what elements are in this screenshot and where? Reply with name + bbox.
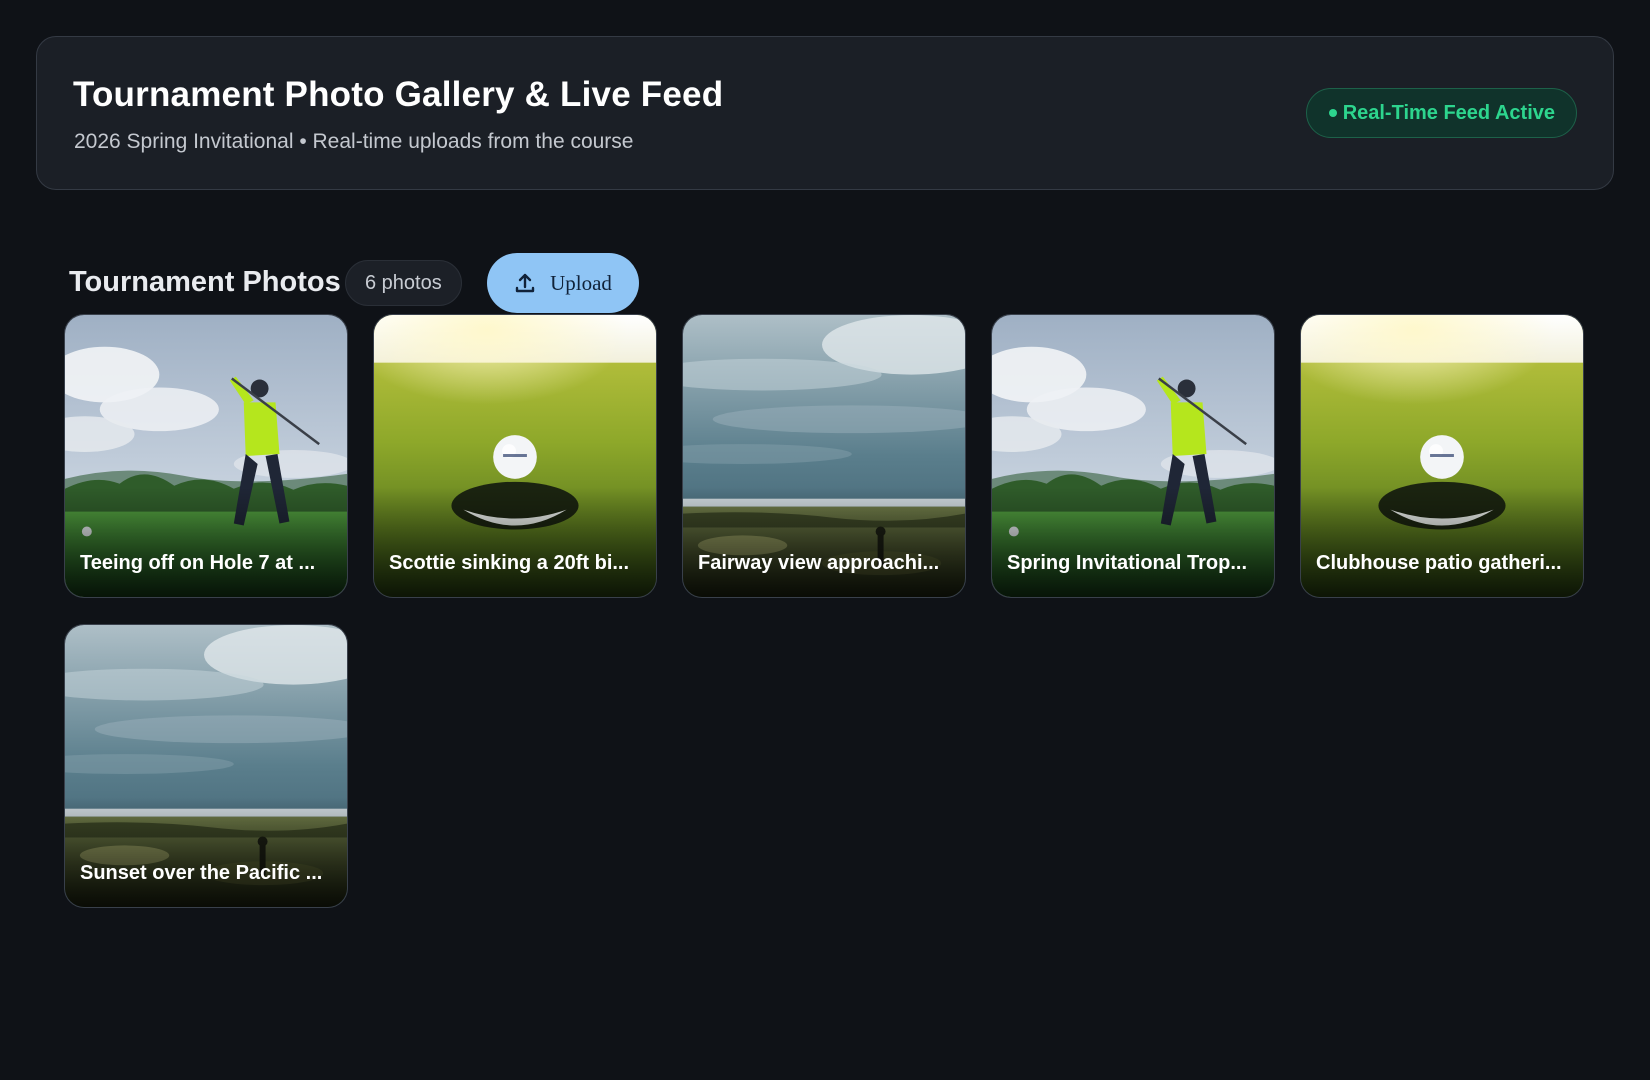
section-title: Tournament Photos [69, 266, 341, 298]
photo-grid: Teeing off on Hole 7 at ... Scottie sink… [64, 314, 1586, 908]
photo-card[interactable]: Scottie sinking a 20ft bi... [373, 314, 657, 598]
photo-count-badge: 6 photos [345, 260, 462, 306]
photo-caption-overlay: Scottie sinking a 20ft bi... [374, 487, 656, 597]
page-subtitle: 2026 Spring Invitational • Real-time upl… [74, 130, 634, 153]
photo-caption: Clubhouse patio gatheri... [1316, 552, 1562, 574]
header-card: Tournament Photo Gallery & Live Feed 202… [36, 36, 1614, 190]
photo-caption: Fairway view approachi... [698, 552, 940, 574]
upload-button-label: Upload [550, 270, 612, 295]
live-feed-status-badge: Real-Time Feed Active [1305, 88, 1577, 138]
photo-caption-overlay: Clubhouse patio gatheri... [1301, 487, 1583, 597]
photo-caption: Scottie sinking a 20ft bi... [389, 552, 630, 574]
photo-card[interactable]: Sunset over the Pacific ... [64, 624, 348, 908]
photo-caption-overlay: Fairway view approachi... [683, 487, 965, 597]
photo-caption-overlay: Spring Invitational Trop... [992, 487, 1274, 597]
photo-caption: Sunset over the Pacific ... [80, 862, 323, 884]
photo-caption: Spring Invitational Trop... [1007, 552, 1248, 574]
status-label: Real-Time Feed Active [1342, 101, 1555, 124]
photo-card[interactable]: Teeing off on Hole 7 at ... [64, 314, 348, 598]
photo-caption-overlay: Teeing off on Hole 7 at ... [65, 487, 347, 597]
photo-caption: Teeing off on Hole 7 at ... [80, 552, 316, 574]
photo-caption-overlay: Sunset over the Pacific ... [65, 797, 347, 907]
photo-card[interactable]: Spring Invitational Trop... [991, 314, 1275, 598]
page-title: Tournament Photo Gallery & Live Feed [73, 75, 724, 114]
status-dot-icon [1328, 109, 1337, 117]
upload-button[interactable]: Upload [487, 253, 639, 313]
upload-icon [515, 273, 535, 293]
photo-card[interactable]: Clubhouse patio gatheri... [1300, 314, 1584, 598]
photo-card[interactable]: Fairway view approachi... [682, 314, 966, 598]
